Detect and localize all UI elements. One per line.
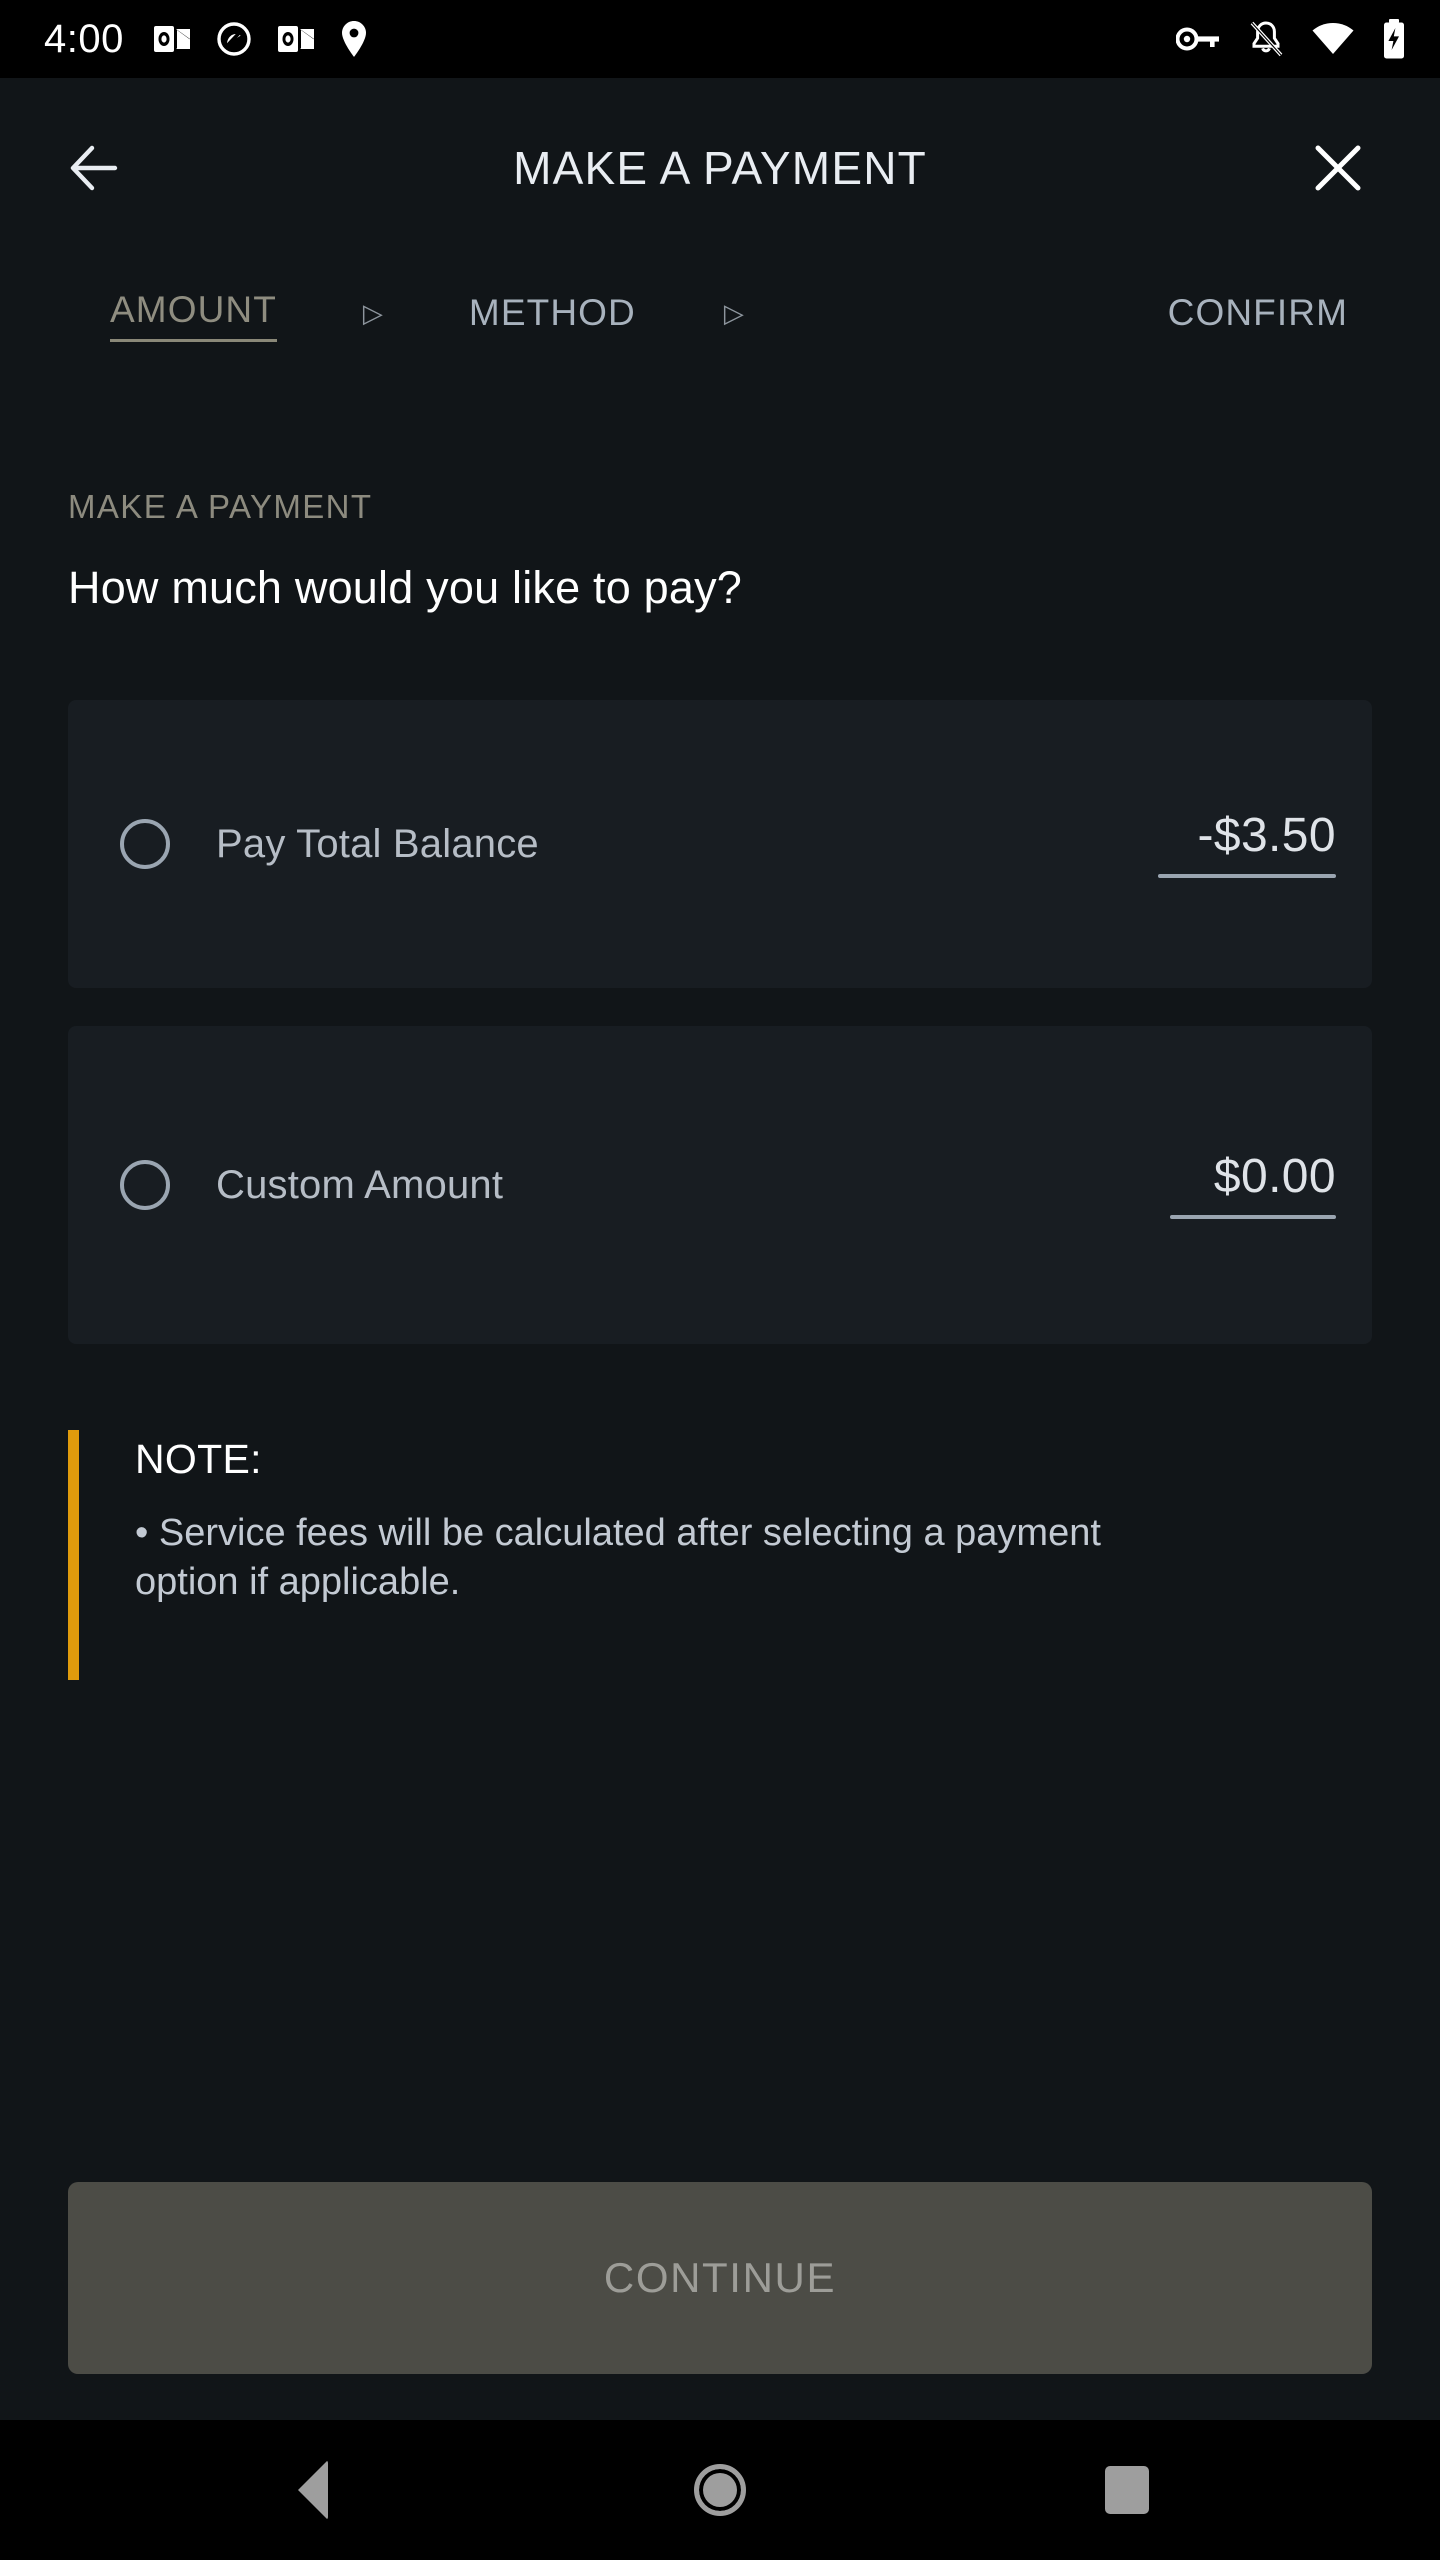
page-title: MAKE A PAYMENT [513,142,927,194]
close-button[interactable] [1292,122,1384,214]
note-callout: NOTE: • Service fees will be calculated … [68,1430,1372,1681]
option-pay-total-balance[interactable]: Pay Total Balance -$3.50 [68,700,1372,988]
option-label: Pay Total Balance [216,821,539,866]
status-bar-notification-icons [153,20,368,58]
notifications-off-icon [1250,21,1283,57]
block-circle-icon [217,22,251,56]
payment-amount-options: Pay Total Balance -$3.50 Custom Amount $… [68,700,1372,1344]
footer-actions: CONTINUE [0,2182,1440,2420]
radio-unchecked-icon[interactable] [120,1160,170,1210]
arrow-left-icon [70,145,118,191]
note-body: • Service fees will be calculated after … [135,1512,1101,1603]
status-bar: 4:00 [0,0,1440,78]
step-amount[interactable]: AMOUNT [110,285,277,342]
step-separator-icon: ▷ [723,298,744,328]
status-bar-clock: 4:00 [44,17,124,61]
nav-back-button[interactable] [253,2430,373,2550]
step-confirm[interactable]: CONFIRM [1168,288,1348,338]
app-header: MAKE A PAYMENT [0,78,1440,258]
note-title: NOTE: [135,1436,262,1482]
option-label: Custom Amount [216,1162,504,1207]
field-underline [1158,873,1336,878]
main-content: MAKE A PAYMENT How much would you like t… [0,368,1440,2182]
android-navigation-bar [0,2420,1440,2560]
battery-charging-icon [1384,19,1404,59]
location-pin-icon [341,21,366,57]
custom-amount-input[interactable]: $0.00 [1170,1151,1336,1219]
radio-unchecked-icon[interactable] [120,819,170,869]
nav-home-button[interactable] [660,2430,780,2550]
total-balance-amount-field[interactable]: -$3.50 [1158,810,1336,878]
amount-value: $0.00 [1213,1150,1336,1204]
step-separator-icon: ▷ [362,298,383,328]
nav-recents-icon [1104,2466,1149,2514]
option-custom-amount[interactable]: Custom Amount $0.00 [68,1026,1372,1344]
continue-button[interactable]: CONTINUE [68,2182,1372,2374]
nav-recents-button[interactable] [1067,2430,1187,2550]
close-icon [1315,145,1361,191]
payment-stepper: AMOUNT ▷ METHOD ▷ CONFIRM [0,258,1440,368]
wifi-icon [1312,23,1354,54]
status-bar-system-icons [1176,19,1406,59]
section-eyebrow: MAKE A PAYMENT [68,488,373,525]
nav-back-icon [298,2460,329,2520]
step-method[interactable]: METHOD [469,288,636,338]
outlook-icon [277,26,314,52]
section-headline: How much would you like to pay? [68,562,743,613]
nav-home-icon [693,2464,746,2516]
vpn-key-icon [1176,27,1219,51]
outlook-icon [153,26,190,52]
field-underline [1170,1214,1336,1219]
app-screen: 4:00 MAKE A PAYMENT AMOUNT ▷ METHOD ▷ CO… [0,0,1440,2560]
back-button[interactable] [52,122,144,214]
amount-value: -$3.50 [1197,809,1336,863]
